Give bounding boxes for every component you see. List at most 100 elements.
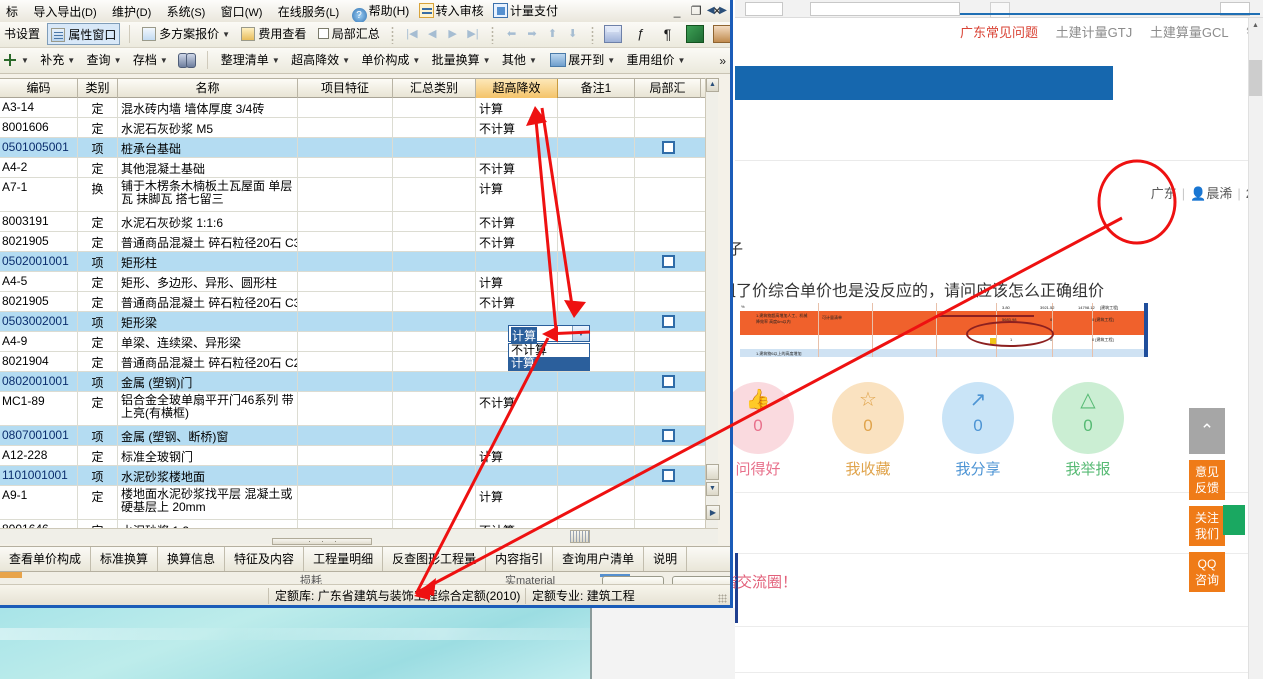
cell-code[interactable]: 8021905 xyxy=(0,292,78,312)
grid-vertical-scrollbar[interactable]: ▲ ▼ ▶ xyxy=(705,78,720,528)
table-row[interactable]: A4-2 定其他混凝土基础 不计算 xyxy=(0,158,705,178)
cell-note[interactable] xyxy=(558,212,635,232)
grid-scroll-thumb[interactable] xyxy=(706,464,719,480)
cell-sum[interactable] xyxy=(393,178,476,212)
nav-first-button[interactable]: |◀ xyxy=(403,26,420,43)
cell-loc[interactable] xyxy=(635,520,701,528)
move-up-button[interactable]: ⬆ xyxy=(544,26,561,43)
table-row[interactable]: 0502001001 项矩形柱 xyxy=(0,252,705,272)
user-name[interactable]: 晨浠 xyxy=(1206,186,1232,201)
query-button[interactable]: 查询 ▼ xyxy=(83,48,126,72)
others-button[interactable]: 其他 ▼ xyxy=(498,48,541,72)
cell-sum[interactable] xyxy=(393,426,476,446)
cell-sum[interactable] xyxy=(393,352,476,372)
table-row[interactable]: 0802001001 项金属 (塑钢)门 xyxy=(0,372,705,392)
cell-sum[interactable] xyxy=(393,312,476,332)
table-row[interactable]: A4-5 定矩形、多边形、异形、圆形柱 计算 xyxy=(0,272,705,292)
browser-user-bar[interactable]: 广东|👤晨浠|2 xyxy=(1151,183,1253,202)
cell-code[interactable]: 0802001001 xyxy=(0,372,78,392)
feedback-button[interactable]: 意见 反馈 xyxy=(1189,460,1225,500)
supplement-button[interactable]: 补充 ▼ xyxy=(36,48,79,72)
cell-feat[interactable] xyxy=(298,272,393,292)
bottom-tab-5[interactable]: 反查图形工程量 xyxy=(383,547,487,571)
cell-sum[interactable] xyxy=(393,118,476,138)
menu-item-window[interactable]: 窗口(W) xyxy=(215,0,269,20)
toolbar-row-1[interactable]: 书设置 属性窗口 多方案报价 ▼ 费用查看 局部汇总 |◀ ◀ ▶ ▶| ⬅ ➡ … xyxy=(0,22,730,48)
cell-high[interactable]: 计算 xyxy=(476,486,558,520)
move-right-button[interactable]: ➡ xyxy=(523,26,540,43)
expand-to-button[interactable]: 展开到 ▼ xyxy=(544,48,619,72)
cell-high[interactable]: 不计算 xyxy=(476,118,558,138)
cell-feat[interactable] xyxy=(298,98,393,118)
cell-note[interactable] xyxy=(558,138,635,158)
cell-code[interactable]: 8021904 xyxy=(0,352,78,372)
cell-loc[interactable] xyxy=(635,332,701,352)
cell-cat[interactable]: 定 xyxy=(78,98,118,118)
cell-code[interactable]: 0807001001 xyxy=(0,426,78,446)
scroll-up-button[interactable]: ▲ xyxy=(1249,19,1262,32)
toolbar-row-2[interactable]: ▼ 补充 ▼ 查询 ▼ 存档 ▼ 整理清单 ▼ 超高降效 ▼ 单价构成 ▼ 批量换算 ▼ 其他… xyxy=(0,48,730,74)
table-row[interactable]: 8001646定水泥砂浆 1:2 不计算 xyxy=(0,520,705,528)
table-row[interactable]: MC1-89 定铝合金全玻单扇平开门46系列 带上亮(有横框) 不计算 xyxy=(0,392,705,426)
cell-cat[interactable]: 定 xyxy=(78,212,118,232)
cell-name[interactable]: 铝合金全玻单扇平开门46系列 带上亮(有横框) xyxy=(118,392,298,426)
maximize-button[interactable]: ❐ xyxy=(691,4,704,18)
table-row[interactable]: A9-1 定楼地面水泥砂浆找平层 混凝土或硬基层上 20mm 计算 xyxy=(0,486,705,520)
cell-high[interactable]: 计算 xyxy=(476,178,558,212)
table-row[interactable]: A3-14 定混水砖内墙 墙体厚度 3/4砖 计算 xyxy=(0,98,705,118)
cell-sum[interactable] xyxy=(393,138,476,158)
cell-cat[interactable]: 定 xyxy=(78,446,118,466)
cell-code[interactable]: 0502001001 xyxy=(0,252,78,272)
cell-name[interactable]: 矩形柱 xyxy=(118,252,298,272)
grid-body[interactable]: A3-14 定混水砖内墙 墙体厚度 3/4砖 计算 8001606 定水泥石灰砂浆 M5… xyxy=(0,98,705,528)
cell-sum[interactable] xyxy=(393,158,476,178)
tab-scroll-left-button[interactable]: ◀ xyxy=(707,5,715,16)
cell-feat[interactable] xyxy=(298,520,393,528)
cell-name[interactable]: 普通商品混凝土 碎石粒径20石 C30 xyxy=(118,232,298,252)
page-scrollbar-track[interactable] xyxy=(1248,18,1263,679)
cell-loc[interactable] xyxy=(635,272,701,292)
nav-tab-gtj[interactable]: 土建计量GTJ xyxy=(1056,25,1133,40)
cell-cat[interactable]: 定 xyxy=(78,332,118,352)
cell-loc[interactable] xyxy=(635,158,701,178)
cell-loc[interactable] xyxy=(635,212,701,232)
cell-note[interactable] xyxy=(558,178,635,212)
cell-note[interactable] xyxy=(558,272,635,292)
super-high-dropdown-list[interactable]: 不计算 计算 xyxy=(508,343,590,371)
table-row[interactable]: 8021905 定普通商品混凝土 碎石粒径20石 C30 不计算 xyxy=(0,292,705,312)
cell-cat[interactable]: 项 xyxy=(78,138,118,158)
minimize-button[interactable]: _ xyxy=(674,4,683,18)
cell-name[interactable]: 水泥石灰砂浆 1:1:6 xyxy=(118,212,298,232)
browser-nav-tabs[interactable]: 广东常见问题 土建计量GTJ 土建算量GCL 钢 xyxy=(960,22,1260,44)
grid-column-header-sum[interactable]: 汇总类别 xyxy=(393,79,476,98)
cell-sum[interactable] xyxy=(393,446,476,466)
cell-name[interactable]: 楼地面水泥砂浆找平层 混凝土或硬基层上 20mm xyxy=(118,486,298,520)
cell-sum[interactable] xyxy=(393,98,476,118)
row-local-summary-checkbox[interactable] xyxy=(635,466,701,486)
cell-high[interactable] xyxy=(476,426,558,446)
cell-name[interactable]: 铺于木楞条木楠板土瓦屋面 单层瓦 抹脚瓦 搭七留三 xyxy=(118,178,298,212)
super-high-reduction-button[interactable]: 超高降效 ▼ xyxy=(287,48,354,72)
bottom-tab-6[interactable]: 内容指引 xyxy=(486,547,554,571)
table-row[interactable]: 0503002001 项矩形梁 xyxy=(0,312,705,332)
move-down-button[interactable]: ⬇ xyxy=(564,26,581,43)
cell-cat[interactable]: 定 xyxy=(78,118,118,138)
cell-code[interactable]: A3-14 xyxy=(0,98,78,118)
cell-code[interactable]: A4-9 xyxy=(0,332,78,352)
local-summary-button[interactable]: 局部汇总 xyxy=(314,22,384,46)
menu-item-0[interactable]: 标 xyxy=(0,0,24,20)
cell-name[interactable]: 矩形梁 xyxy=(118,312,298,332)
cell-feat[interactable] xyxy=(298,332,393,352)
region-label[interactable]: 广东 xyxy=(1151,186,1177,201)
nav-tab-gcl[interactable]: 土建算量GCL xyxy=(1150,25,1229,40)
cell-cat[interactable]: 项 xyxy=(78,312,118,332)
dropdown-option-calc[interactable]: 计算 xyxy=(509,357,589,370)
checkbox-icon[interactable] xyxy=(661,375,675,388)
cell-cat[interactable]: 项 xyxy=(78,466,118,486)
cell-loc[interactable] xyxy=(635,232,701,252)
cell-code[interactable]: A9-1 xyxy=(0,486,78,520)
cell-high[interactable]: 不计算 xyxy=(476,392,558,426)
cell-note[interactable] xyxy=(558,426,635,446)
cell-name[interactable]: 普通商品混凝土 碎石粒径20石 C25 xyxy=(118,352,298,372)
menu-item-online-service[interactable]: 在线服务(L) xyxy=(272,0,345,20)
